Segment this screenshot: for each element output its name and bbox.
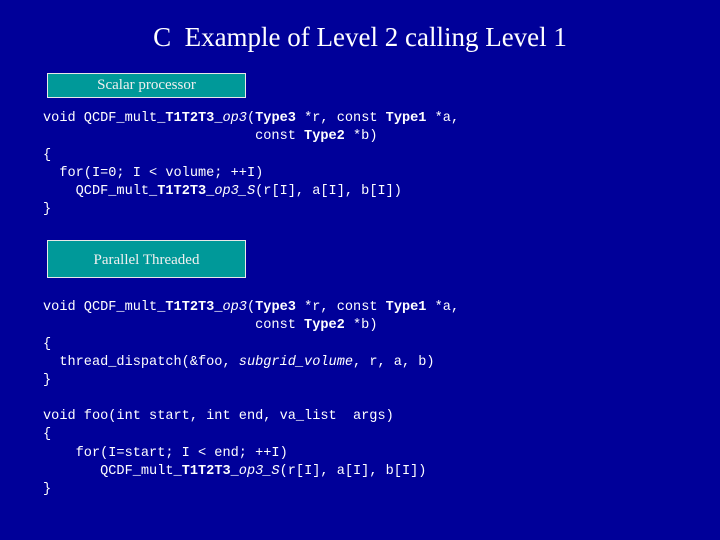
- code-keyword: T1T2T3_: [157, 184, 215, 200]
- code-text: QCDF_mult_: [43, 463, 182, 479]
- code-line: for(I=0; I < volume; ++I): [43, 165, 459, 183]
- code-text: QCDF_mult_: [43, 184, 158, 200]
- code-keyword: Type3: [255, 300, 296, 315]
- code-line: }: [43, 481, 426, 499]
- parallel-threaded-label: Parallel Threaded: [47, 240, 246, 278]
- code-keyword: Type2: [304, 129, 345, 145]
- code-text: (r[I], a[I], b[I]): [255, 184, 402, 200]
- code-text: *a,: [426, 111, 460, 126]
- code-text: {: [43, 147, 52, 163]
- code-text: *r, const: [295, 300, 386, 315]
- scalar-code-block: void QCDF_mult_T1T2T3_op3(Type3 *r, cons…: [43, 110, 459, 220]
- code-text: void QCDF_mult_: [43, 111, 166, 126]
- code-text: void foo(int start, int end, va_list arg…: [43, 409, 394, 424]
- code-text: (: [246, 111, 256, 126]
- code-text: for(I=0; I < volume; ++I): [43, 165, 264, 181]
- scalar-processor-label: Scalar processor: [47, 73, 246, 98]
- code-line: {: [43, 147, 459, 165]
- code-line: QCDF_mult_T1T2T3_op3_S(r[I], a[I], b[I]): [43, 463, 426, 481]
- code-text: *r, const: [295, 111, 386, 126]
- code-line: }: [43, 201, 459, 219]
- code-line: for(I=start; I < end; ++I): [43, 445, 426, 463]
- code-text: *a,: [426, 300, 460, 315]
- code-text: (r[I], a[I], b[I]): [279, 463, 427, 479]
- code-line: void QCDF_mult_T1T2T3_op3(Type3 *r, cons…: [43, 299, 459, 317]
- code-text: void QCDF_mult_: [43, 300, 166, 315]
- code-text: *b): [344, 318, 378, 334]
- code-text: const: [43, 129, 305, 145]
- code-line: }: [43, 372, 459, 390]
- foo-function-code-block: void foo(int start, int end, va_list arg…: [43, 408, 426, 499]
- code-keyword: T1T2T3_: [181, 463, 239, 479]
- code-text: }: [43, 202, 52, 218]
- code-identifier: subgrid_volume: [238, 354, 354, 370]
- code-keyword: Type3: [255, 111, 296, 126]
- parallel-code-block: void QCDF_mult_T1T2T3_op3(Type3 *r, cons…: [43, 299, 459, 390]
- code-line: void QCDF_mult_T1T2T3_op3(Type3 *r, cons…: [43, 110, 459, 128]
- code-text: for(I=start; I < end; ++I): [43, 445, 288, 461]
- code-text: *b): [344, 129, 378, 145]
- code-keyword: T1T2T3_: [165, 111, 223, 126]
- code-line: const Type2 *b): [43, 317, 459, 335]
- code-text: (: [246, 300, 256, 315]
- code-line: void foo(int start, int end, va_list arg…: [43, 408, 426, 426]
- code-text: , r, a, b): [353, 354, 435, 370]
- code-identifier: op3_S: [214, 184, 256, 200]
- code-text: const: [43, 318, 305, 334]
- code-identifier: op3: [222, 111, 247, 126]
- code-text: }: [43, 482, 52, 498]
- code-keyword: Type1: [385, 300, 427, 315]
- code-keyword: Type2: [304, 318, 345, 334]
- code-line: const Type2 *b): [43, 128, 459, 146]
- code-keyword: T1T2T3_: [165, 300, 223, 315]
- code-line: QCDF_mult_T1T2T3_op3_S(r[I], a[I], b[I]): [43, 183, 459, 201]
- code-identifier: op3: [222, 300, 247, 315]
- code-identifier: op3_S: [238, 463, 280, 479]
- code-text: {: [43, 336, 52, 352]
- code-line: thread_dispatch(&foo, subgrid_volume, r,…: [43, 354, 459, 372]
- code-text: thread_dispatch(&foo,: [43, 354, 239, 370]
- code-text: {: [43, 427, 52, 443]
- code-line: {: [43, 426, 426, 444]
- code-keyword: Type1: [385, 111, 427, 126]
- code-text: }: [43, 373, 52, 389]
- slide-title: C Example of Level 2 calling Level 1: [153, 22, 567, 52]
- code-line: {: [43, 336, 459, 354]
